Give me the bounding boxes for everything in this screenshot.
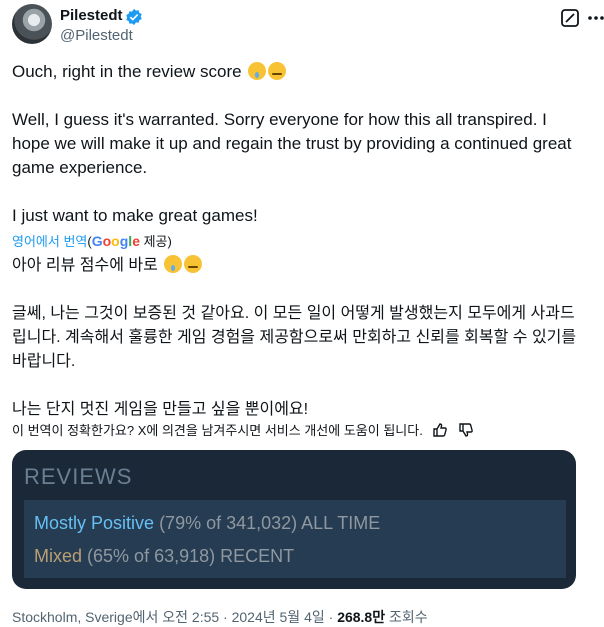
translation-attribution: 영어에서 번역(Google 제공)	[12, 231, 172, 250]
translated-body: 아아 리뷰 점수에 바로 글쎄, 나는 그것이 보증된 것 같아요. 이 모든 …	[12, 254, 587, 422]
thumbs-up-icon[interactable]	[432, 422, 448, 438]
recent-rating: Mixed	[34, 546, 83, 566]
provider-suffix: 제공)	[139, 234, 172, 249]
all-time-review-line: Mostly Positive (79% of 341,032) ALL TIM…	[34, 513, 380, 534]
all-time-rating: Mostly Positive	[34, 513, 155, 533]
all-time-detail: (79% of 341,032) ALL TIME	[159, 513, 381, 533]
attached-image-reviews[interactable]: REVIEWS Mostly Positive (79% of 341,032)…	[12, 450, 576, 589]
thumbs-down-icon[interactable]	[458, 422, 474, 438]
verified-badge-icon[interactable]	[125, 8, 143, 26]
translated-from-link[interactable]: 영어에서 번역	[12, 234, 87, 249]
reviews-panel: Mostly Positive (79% of 341,032) ALL TIM…	[24, 500, 566, 578]
google-logo: Google	[91, 233, 140, 249]
tweet-paragraph-3: I just want to make great games!	[12, 206, 258, 225]
tweet-body: Ouch, right in the review score Well, I …	[12, 60, 587, 228]
grok-icon[interactable]	[560, 8, 580, 28]
relieved-face-emoji	[184, 255, 203, 273]
translated-line-1: 아아 리뷰 점수에 바로	[12, 257, 158, 274]
views-count: 268.8만	[337, 609, 386, 625]
tweet-header: Pilestedt @Pilestedt	[12, 2, 604, 48]
recent-review-line: Mixed (65% of 63,918) RECENT	[34, 546, 294, 567]
tweet-paragraph-2: Well, I guess it's warranted. Sorry ever…	[12, 110, 577, 177]
tweet-line-1: Ouch, right in the review score	[12, 62, 242, 81]
tweet-metadata: Stockholm, Sverige에서 오전 2:55 · 2024년 5월 …	[12, 607, 428, 627]
reviews-title: REVIEWS	[24, 464, 133, 489]
translated-paragraph-3: 나는 단지 멋진 게임을 만들고 싶을 뿐이에요!	[12, 401, 309, 418]
relieved-face-emoji	[268, 62, 287, 80]
sad-relieved-face-emoji	[248, 62, 267, 80]
feedback-prompt: 이 번역이 정확한가요? X에 의견을 남겨주시면 서비스 개선에 도움이 됩니…	[12, 423, 423, 438]
display-name[interactable]: Pilestedt	[60, 7, 123, 24]
post-location-time[interactable]: Stockholm, Sverige에서 오전 2:55 · 2024년 5월 …	[12, 609, 337, 625]
translated-paragraph-2: 글쎄, 나는 그것이 보증된 것 같아요. 이 모든 일이 어떻게 발생했는지 …	[12, 305, 581, 370]
sad-relieved-face-emoji	[164, 255, 183, 273]
more-options-icon[interactable]	[586, 14, 604, 22]
recent-detail: (65% of 63,918) RECENT	[87, 546, 295, 566]
user-handle[interactable]: @Pilestedt	[60, 27, 133, 44]
views-label: 조회수	[385, 609, 428, 625]
translation-feedback: 이 번역이 정확한가요? X에 의견을 남겨주시면 서비스 개선에 도움이 됩니…	[12, 420, 474, 439]
avatar[interactable]	[12, 4, 52, 44]
